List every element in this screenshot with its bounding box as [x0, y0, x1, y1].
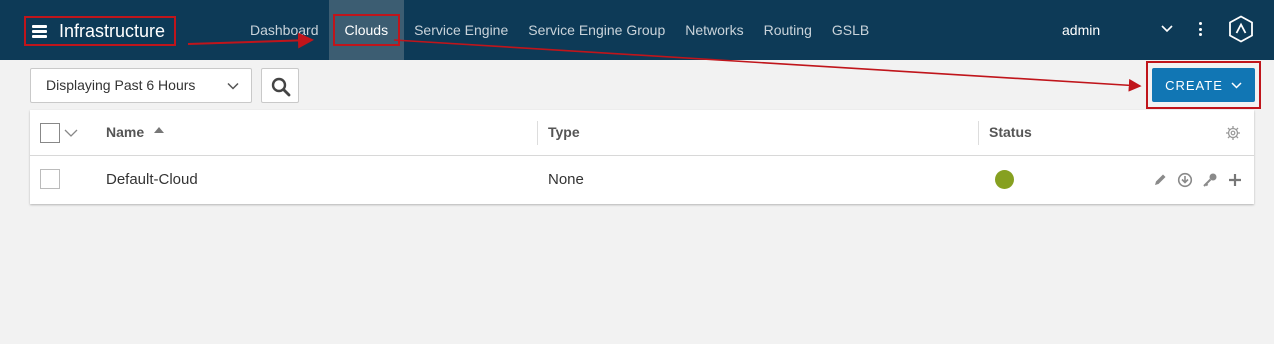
top-navigation-bar: Infrastructure Dashboard Clouds Service …: [0, 0, 1274, 60]
sort-ascending-icon[interactable]: [154, 126, 164, 134]
chevron-down-icon[interactable]: [64, 128, 78, 138]
time-range-select[interactable]: Displaying Past 6 Hours: [30, 68, 252, 103]
search-icon: [271, 77, 291, 97]
app-title: Infrastructure: [59, 20, 166, 41]
gear-icon[interactable]: [1225, 125, 1241, 141]
create-button-label: CREATE: [1165, 77, 1223, 93]
main-nav: Dashboard Clouds Service Engine Service …: [240, 0, 879, 60]
chevron-down-icon[interactable]: [1160, 22, 1174, 36]
nav-dashboard[interactable]: Dashboard: [240, 0, 329, 60]
column-header-name[interactable]: Name: [106, 124, 144, 140]
nav-routing[interactable]: Routing: [754, 0, 822, 60]
row-actions: [1152, 172, 1243, 188]
table-row[interactable]: Default-Cloud None: [30, 156, 1254, 204]
user-name[interactable]: admin: [1062, 22, 1100, 38]
row-checkbox[interactable]: [40, 169, 60, 189]
kebab-icon[interactable]: [1197, 22, 1203, 36]
column-divider: [978, 121, 979, 145]
chevron-down-icon: [227, 82, 239, 90]
pencil-icon[interactable]: [1152, 172, 1168, 188]
column-header-status[interactable]: Status: [989, 124, 1032, 140]
nav-clouds[interactable]: Clouds: [328, 0, 405, 60]
chevron-down-icon: [1231, 81, 1242, 89]
create-button-highlight: CREATE: [1146, 61, 1261, 109]
app-menu-toggle[interactable]: Infrastructure: [24, 16, 176, 46]
hamburger-icon[interactable]: [32, 24, 47, 38]
column-header-type[interactable]: Type: [548, 124, 580, 140]
key-icon[interactable]: [1202, 172, 1218, 188]
nav-clouds-label: Clouds: [332, 14, 401, 46]
plus-icon[interactable]: [1227, 172, 1243, 188]
avi-logo-icon[interactable]: [1228, 15, 1254, 43]
cell-type: None: [548, 171, 584, 188]
nav-networks[interactable]: Networks: [675, 0, 753, 60]
cell-name[interactable]: Default-Cloud: [106, 171, 198, 188]
status-indicator: [995, 170, 1014, 189]
time-range-value: Displaying Past 6 Hours: [46, 77, 196, 93]
create-button[interactable]: CREATE: [1152, 68, 1255, 102]
select-all-checkbox[interactable]: [40, 123, 60, 143]
column-divider: [537, 121, 538, 145]
nav-gslb[interactable]: GSLB: [822, 0, 879, 60]
table-header: Name Type Status: [30, 110, 1254, 156]
nav-service-engine-group[interactable]: Service Engine Group: [518, 0, 675, 60]
search-button[interactable]: [261, 68, 299, 103]
clouds-table: Name Type Status Default-Cloud None: [30, 110, 1254, 204]
download-icon[interactable]: [1177, 172, 1193, 188]
nav-service-engine[interactable]: Service Engine: [404, 0, 518, 60]
